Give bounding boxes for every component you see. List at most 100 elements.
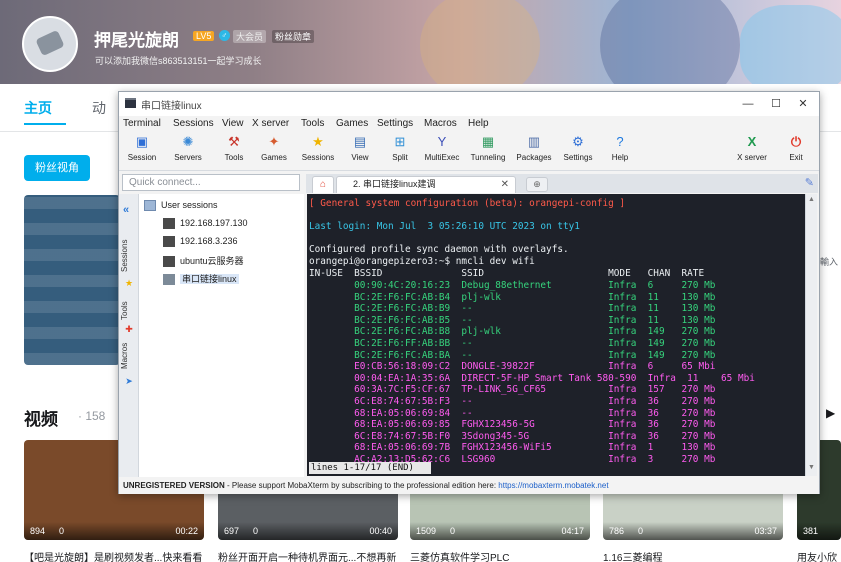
- toolbar-button-tunneling[interactable]: ▦ Tunneling: [465, 134, 511, 170]
- video-title[interactable]: 【吧是光旋朗】是刷视频发者...快来看看: [24, 549, 204, 562]
- medal-badge[interactable]: 粉丝勋章: [272, 30, 315, 43]
- fans-view-button[interactable]: 粉丝视角: [24, 155, 90, 181]
- terminal-tab[interactable]: 2. 串口链接linux建调 ✕: [336, 176, 516, 193]
- new-tab-button[interactable]: ⊕: [526, 177, 548, 192]
- toolbar-button-label: Servers: [174, 153, 202, 162]
- side-text: 輸入: [820, 257, 839, 267]
- next-arrow-icon[interactable]: ▶: [826, 406, 835, 420]
- wifi-row: 6C:E8:74:67:5B:F3 -- Infra 36 270 Mb: [309, 396, 716, 407]
- split-icon: ⊞: [394, 134, 406, 149]
- menu-sessions[interactable]: Sessions: [173, 118, 214, 129]
- menu-x-server[interactable]: X server: [252, 118, 289, 129]
- mobaxterm-link[interactable]: https://mobaxterm.mobatek.net: [498, 481, 608, 490]
- toolbar-button-label: Exit: [789, 153, 803, 162]
- toolbar-button-split[interactable]: ⊞ Split: [377, 134, 423, 170]
- close-tab-icon[interactable]: ✕: [501, 177, 509, 192]
- scroll-up-icon[interactable]: ▲: [808, 196, 815, 203]
- toolbar-button-label: Sessions: [301, 153, 335, 162]
- toolbar-button-multiexec[interactable]: Y MultiExec: [419, 134, 465, 170]
- collapse-chevron-icon[interactable]: «: [123, 204, 129, 216]
- video-title[interactable]: 三菱仿真软件学习PLC: [410, 549, 590, 562]
- wifi-row: 00:90:4C:20:16:23 Debug_88ethernet Infra…: [309, 280, 716, 291]
- menu-tools[interactable]: Tools: [301, 118, 324, 129]
- session-item[interactable]: 192.168.197.130: [163, 218, 248, 234]
- toolbar-button-servers[interactable]: ✺ Servers: [165, 134, 211, 170]
- terminal-profile-sync: Configured profile sync daemon with over…: [309, 244, 569, 255]
- tools-icon: ⚒: [228, 134, 240, 149]
- view-icon: ▤: [353, 134, 367, 149]
- view-count: 697: [224, 526, 240, 536]
- toolbar-button-games[interactable]: ✦ Games: [251, 134, 297, 170]
- tools-icon[interactable]: ✚: [124, 324, 134, 334]
- wifi-row: 60:3A:7C:F5:CF:67 TP-LINK_5G_CF65 Infra …: [309, 384, 716, 396]
- close-button[interactable]: ✕: [790, 95, 816, 113]
- rail-tab-macros[interactable]: Macros: [120, 343, 129, 369]
- toolbar-button-star[interactable]: ★ Sessions: [295, 134, 341, 170]
- videos-section-title: 视频: [24, 410, 58, 429]
- level-badge: LV5: [193, 31, 215, 41]
- quick-connect-input[interactable]: Quick connect...: [122, 174, 300, 191]
- session-item-selected[interactable]: 串口链接linux: [163, 272, 239, 288]
- toolbar-button-label: X server: [737, 153, 767, 162]
- ssh-key-icon: [163, 256, 175, 268]
- danmaku-count: 0: [253, 526, 259, 536]
- terminal-columns: IN-USE BSSID SSID MODE CHAN RATE: [309, 268, 705, 279]
- serial-icon: [163, 274, 175, 286]
- settings-icon: ⚙: [572, 134, 584, 149]
- macros-icon[interactable]: ➤: [124, 376, 134, 386]
- terminal-header-line: [ General system configuration (beta): o…: [309, 198, 626, 209]
- video-duration: 00:22: [175, 526, 198, 536]
- session-item[interactable]: 192.168.3.236: [163, 236, 238, 252]
- vip-badge[interactable]: 大会员: [233, 30, 267, 43]
- star-icon[interactable]: ★: [124, 278, 134, 288]
- unregistered-label: UNREGISTERED VERSION: [123, 481, 225, 490]
- session-item-label: ubuntu云服务器: [180, 256, 244, 266]
- banner-art: [420, 0, 540, 84]
- scroll-down-icon[interactable]: ▼: [808, 464, 815, 471]
- toolbar-button-label: Split: [392, 153, 408, 162]
- terminal-pane[interactable]: [ General system configuration (beta): o…: [307, 194, 805, 476]
- video-title[interactable]: 1.16三菱编程: [603, 549, 783, 562]
- rail-tab-sessions[interactable]: Sessions: [120, 240, 129, 272]
- toolbar-button-session[interactable]: ▣ Session: [119, 134, 165, 170]
- home-tab-icon[interactable]: ⌂: [312, 176, 334, 193]
- wifi-row: 00:04:EA:1A:35:6A DIRECT-5F-HP Smart Tan…: [309, 372, 755, 384]
- session-folder[interactable]: User sessions: [144, 200, 218, 216]
- menu-games[interactable]: Games: [336, 118, 368, 129]
- danmaku-count: 0: [450, 526, 456, 536]
- toolbar-button-settings[interactable]: ⚙ Settings: [555, 134, 601, 170]
- danmaku-count: 0: [59, 526, 65, 536]
- menu-help[interactable]: Help: [468, 118, 489, 129]
- mobaxterm-window: 串口链接linux — ☐ ✕ Terminal Sessions View X…: [118, 91, 820, 494]
- view-count: 894: [30, 526, 46, 536]
- toolbar-button-xserver[interactable]: X X server: [729, 134, 775, 170]
- help-icon: ?: [616, 134, 624, 149]
- profile-username: 押尾光旋朗: [94, 31, 179, 50]
- menu-terminal[interactable]: Terminal: [123, 118, 161, 129]
- tab-home[interactable]: 主页: [24, 98, 66, 125]
- pinned-card-image[interactable]: [24, 195, 120, 365]
- toolbar-button-packages[interactable]: ▥ Packages: [511, 134, 557, 170]
- exit-icon: ⏻: [790, 134, 802, 149]
- view-count: 786: [609, 526, 625, 536]
- video-title[interactable]: 粉丝开面开启一种待机界面元...不想再新: [218, 549, 398, 562]
- paperclip-icon[interactable]: ✎: [805, 176, 814, 189]
- minimize-button[interactable]: —: [735, 95, 761, 113]
- video-title[interactable]: 用友小欣: [797, 549, 841, 562]
- tab-dynamic[interactable]: 动: [92, 98, 106, 118]
- avatar[interactable]: [22, 16, 78, 72]
- sidebar-rail: « Sessions ★ Tools ✚ Macros ➤: [119, 194, 139, 477]
- terminal-pager-status: lines 1-17/17 (END): [309, 462, 431, 474]
- maximize-button[interactable]: ☐: [763, 95, 789, 113]
- menu-settings[interactable]: Settings: [377, 118, 413, 129]
- toolbar-button-help[interactable]: ? Help: [597, 134, 643, 170]
- toolbar-button-exit[interactable]: ⏻ Exit: [773, 134, 819, 170]
- toolbar-button-label: Help: [611, 153, 629, 162]
- terminal-scrollbar[interactable]: ▲ ▼: [805, 194, 817, 476]
- rail-tab-tools[interactable]: Tools: [120, 301, 129, 320]
- title-bar[interactable]: 串口链接linux — ☐ ✕: [119, 92, 819, 116]
- menu-view[interactable]: View: [222, 118, 244, 129]
- menu-macros[interactable]: Macros: [424, 118, 457, 129]
- session-item[interactable]: ubuntu云服务器: [163, 254, 244, 270]
- status-bar: UNREGISTERED VERSION - Please support Mo…: [119, 478, 819, 494]
